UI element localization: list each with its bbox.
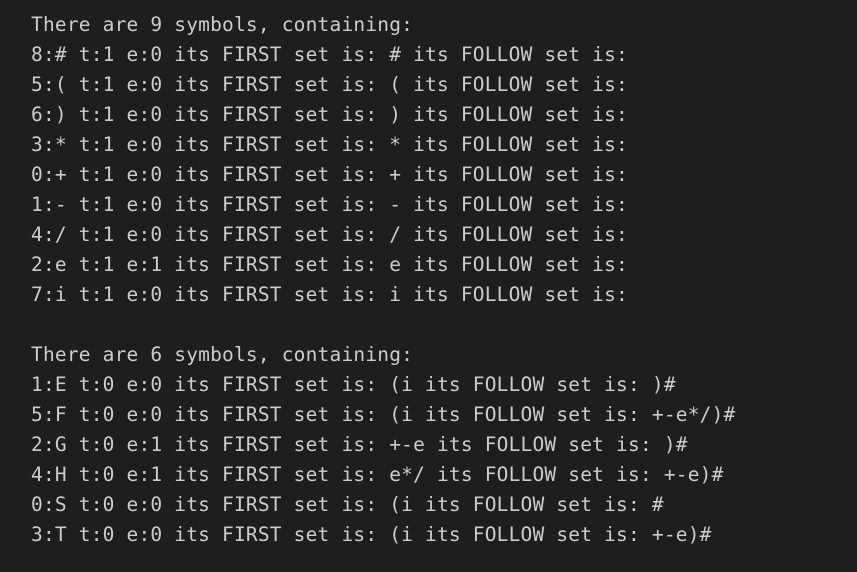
section1-line: 1:- t:1 e:0 its FIRST set is: - its FOLL… <box>31 193 628 216</box>
section2-line: 2:G t:0 e:1 its FIRST set is: +-e its FO… <box>31 433 688 456</box>
section1-line: 8:# t:1 e:0 its FIRST set is: # its FOLL… <box>31 43 628 66</box>
section1-line: 2:e t:1 e:1 its FIRST set is: e its FOLL… <box>31 253 628 276</box>
section2-line: 1:E t:0 e:0 its FIRST set is: (i its FOL… <box>31 373 676 396</box>
section1-header: There are 9 symbols, containing: <box>31 13 414 36</box>
section1-line: 7:i t:1 e:0 its FIRST set is: i its FOLL… <box>31 283 628 306</box>
section2-header: There are 6 symbols, containing: <box>31 343 414 366</box>
terminal-output: There are 9 symbols, containing: 8:# t:1… <box>0 0 857 572</box>
section2-line: 0:S t:0 e:0 its FIRST set is: (i its FOL… <box>31 493 664 516</box>
section2-line: 5:F t:0 e:0 its FIRST set is: (i its FOL… <box>31 403 736 426</box>
section2-line: 4:H t:0 e:1 its FIRST set is: e*/ its FO… <box>31 463 724 486</box>
section2-line: 3:T t:0 e:0 its FIRST set is: (i its FOL… <box>31 523 712 546</box>
section1-line: 0:+ t:1 e:0 its FIRST set is: + its FOLL… <box>31 163 628 186</box>
section1-line: 5:( t:1 e:0 its FIRST set is: ( its FOLL… <box>31 73 628 96</box>
section1-line: 6:) t:1 e:0 its FIRST set is: ) its FOLL… <box>31 103 628 126</box>
section1-line: 3:* t:1 e:0 its FIRST set is: * its FOLL… <box>31 133 628 156</box>
section1-line: 4:/ t:1 e:0 its FIRST set is: / its FOLL… <box>31 223 628 246</box>
